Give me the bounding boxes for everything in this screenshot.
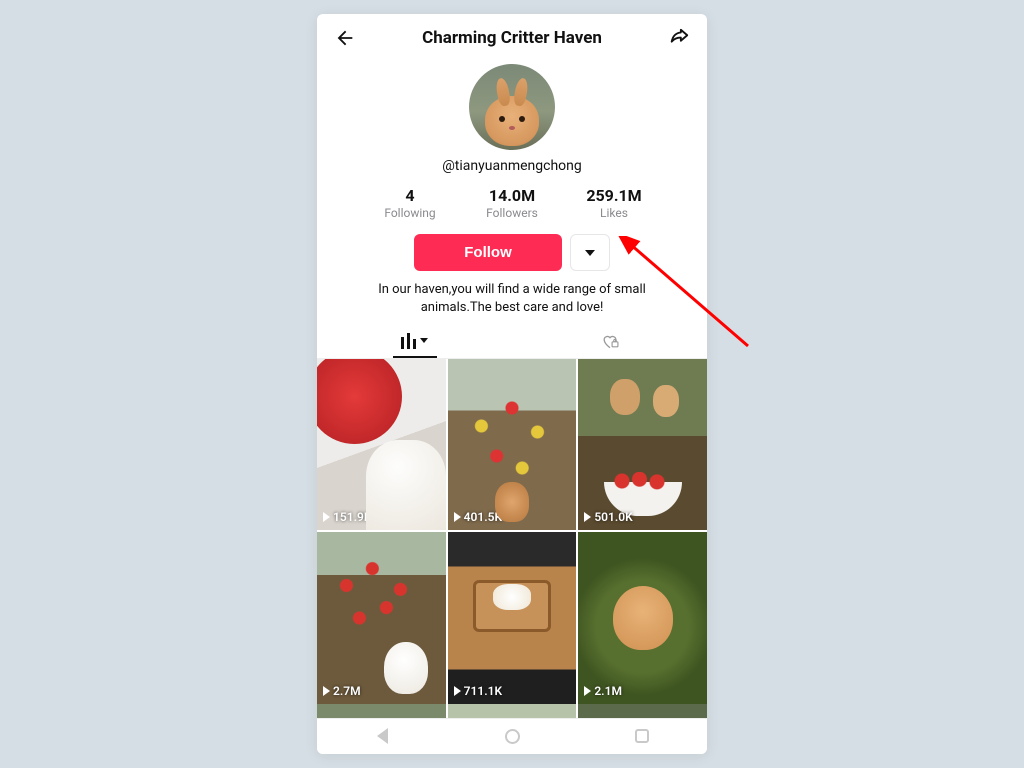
video-views: 151.9K [323, 510, 371, 524]
circle-home-icon [505, 729, 520, 744]
video-grid: 151.9K 401.5K 501.0K 2.7M 711.1K 2.1M [317, 359, 707, 704]
video-thumbnail[interactable]: 711.1K [448, 532, 577, 704]
suggested-dropdown-button[interactable] [570, 234, 610, 271]
tab-videos[interactable] [317, 324, 512, 358]
back-button[interactable] [331, 24, 359, 52]
video-thumbnail[interactable] [448, 704, 577, 718]
video-views: 501.0K [584, 510, 632, 524]
play-icon [454, 512, 461, 522]
stats-row: 4 Following 14.0M Followers 259.1M Likes [317, 186, 707, 220]
video-thumbnail[interactable]: 151.9K [317, 359, 446, 531]
profile-bio: In our haven,you will find a wide range … [317, 271, 707, 324]
nav-recent-button[interactable] [633, 727, 651, 745]
followers-label: Followers [476, 206, 548, 220]
following-count: 4 [374, 186, 446, 205]
follow-button[interactable]: Follow [414, 234, 562, 271]
chevron-down-icon [585, 250, 595, 256]
followers-count: 14.0M [476, 186, 548, 205]
top-bar: Charming Critter Haven [317, 14, 707, 58]
share-icon [668, 27, 690, 49]
video-views: 2.1M [584, 684, 622, 698]
stat-following[interactable]: 4 Following [374, 186, 446, 220]
following-label: Following [374, 206, 446, 220]
video-thumbnail[interactable]: 501.0K [578, 359, 707, 531]
stat-likes[interactable]: 259.1M Likes [578, 186, 650, 220]
play-icon [454, 686, 461, 696]
likes-count: 259.1M [578, 186, 650, 205]
video-thumbnail[interactable]: 401.5K [448, 359, 577, 531]
avatar-container [317, 58, 707, 150]
square-recent-icon [635, 729, 649, 743]
triangle-back-icon [377, 728, 388, 744]
play-icon [323, 686, 330, 696]
play-icon [584, 512, 591, 522]
back-arrow-icon [334, 27, 356, 49]
phone-frame: Charming Critter Haven @tianyuanmengchon… [317, 14, 707, 754]
nav-back-button[interactable] [373, 727, 391, 745]
feed-icon [401, 333, 416, 349]
likes-label: Likes [578, 206, 650, 220]
video-views: 2.7M [323, 684, 361, 698]
video-thumbnail[interactable]: 2.7M [317, 532, 446, 704]
play-icon [584, 686, 591, 696]
username-handle: @tianyuanmengchong [317, 158, 707, 174]
video-grid-partial-row [317, 704, 707, 718]
video-thumbnail[interactable] [317, 704, 446, 718]
nav-home-button[interactable] [503, 727, 521, 745]
heart-lock-icon [600, 331, 620, 351]
video-views: 711.1K [454, 684, 502, 698]
chevron-down-icon [420, 338, 428, 343]
avatar-image [485, 96, 539, 146]
follow-row: Follow [317, 234, 707, 271]
video-thumbnail[interactable]: 2.1M [578, 532, 707, 704]
play-icon [323, 512, 330, 522]
video-views: 401.5K [454, 510, 502, 524]
avatar[interactable] [469, 64, 555, 150]
video-thumbnail[interactable] [578, 704, 707, 718]
page-title: Charming Critter Haven [422, 28, 602, 48]
android-nav-bar [317, 718, 707, 754]
stat-followers[interactable]: 14.0M Followers [476, 186, 548, 220]
profile-tabs [317, 324, 707, 359]
share-button[interactable] [665, 24, 693, 52]
tab-liked[interactable] [512, 324, 707, 358]
